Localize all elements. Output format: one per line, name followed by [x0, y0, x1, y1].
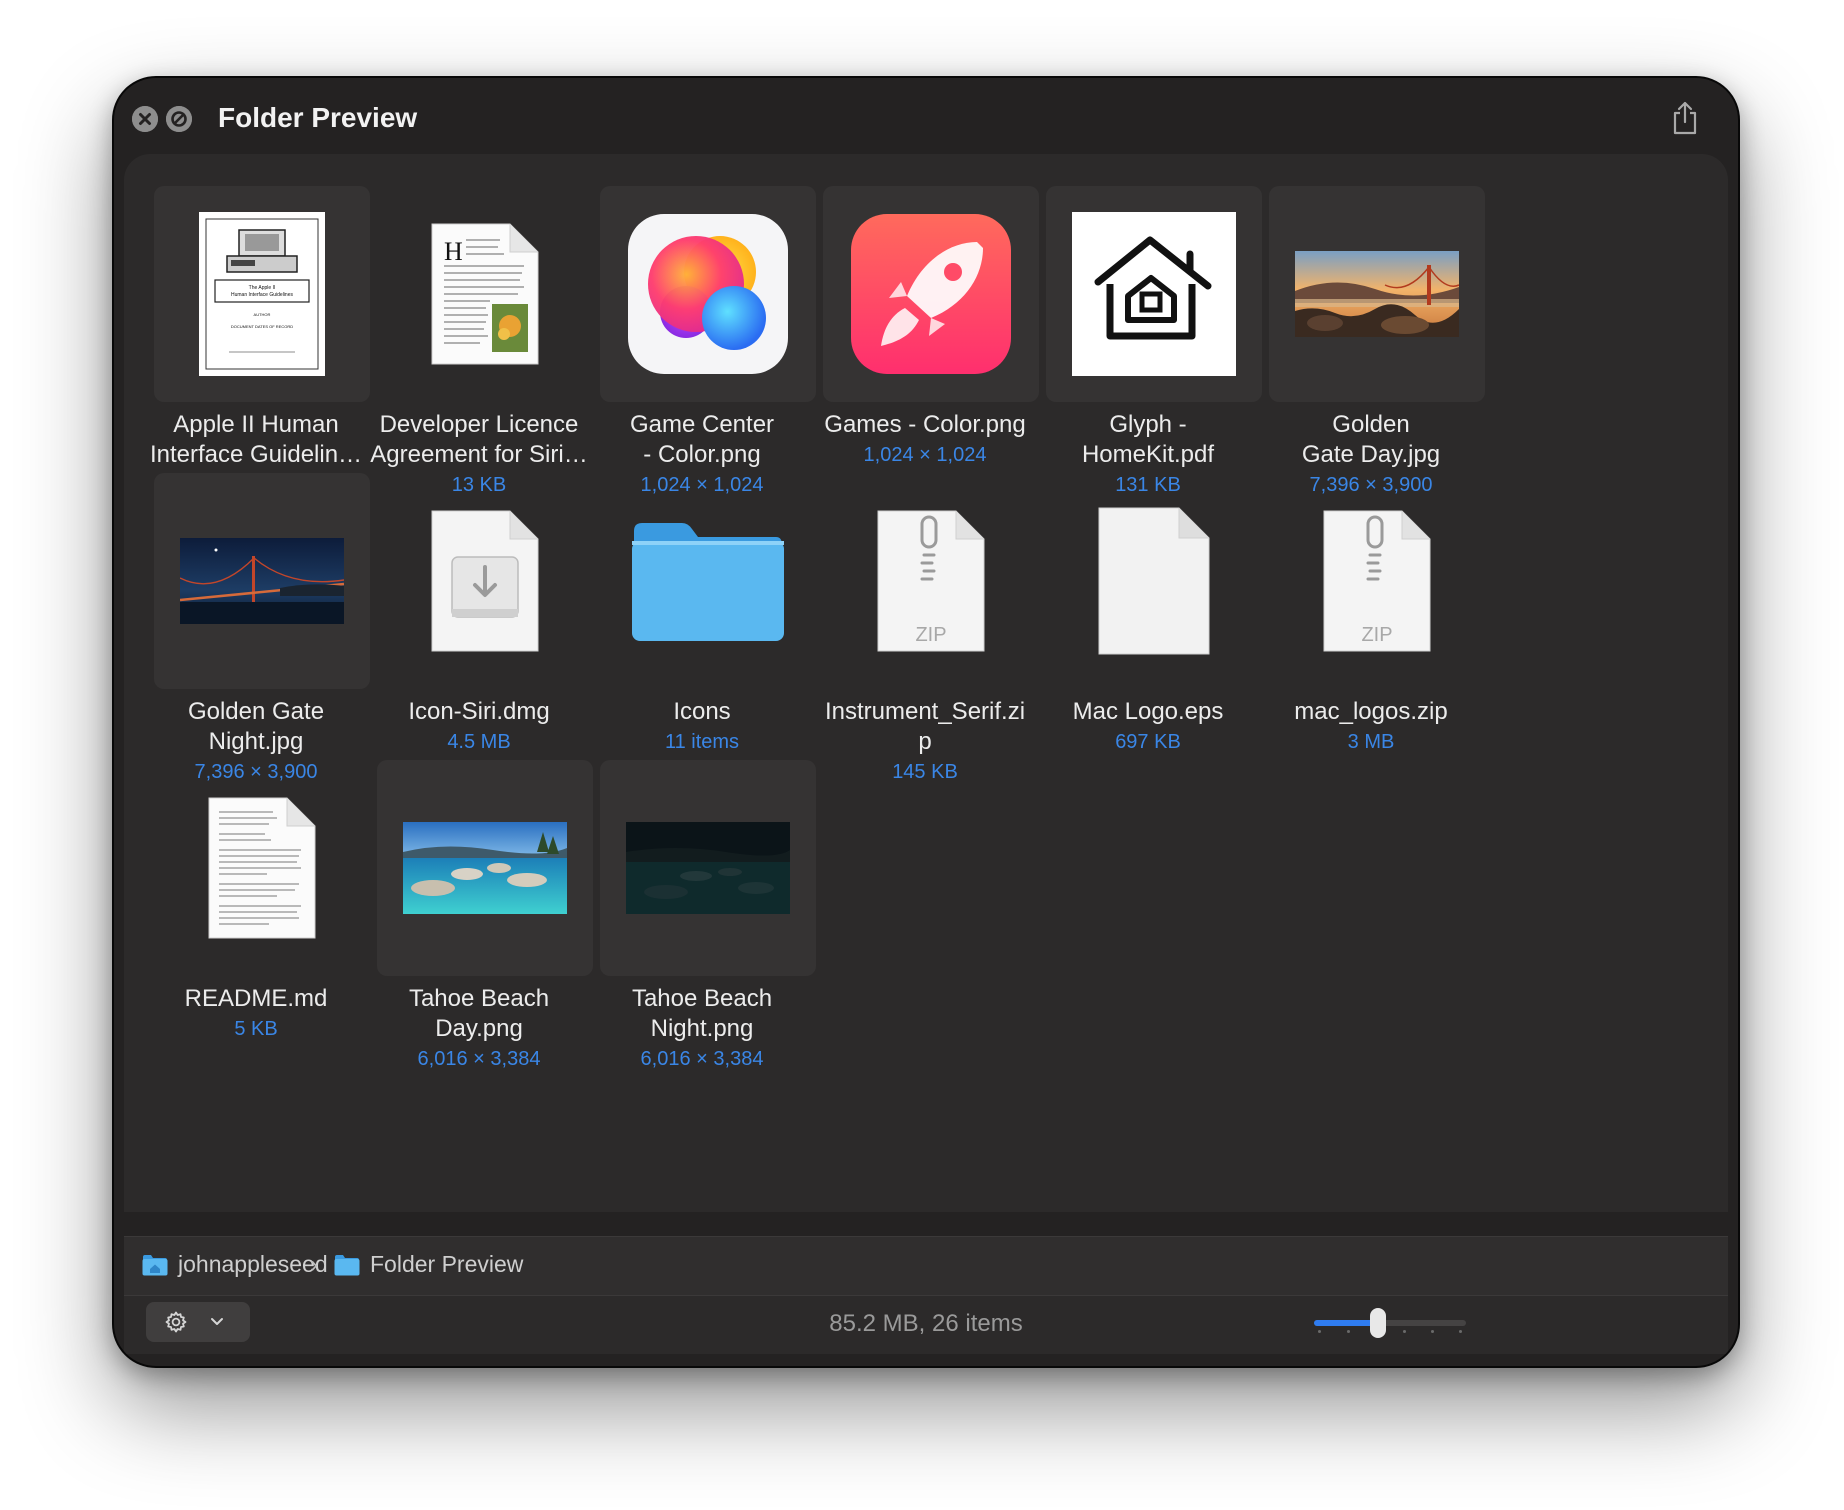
file-item-mac-logos-zip[interactable]: ZIP mac_logos.zip 3 MB: [1256, 473, 1486, 773]
thumbnail: [377, 473, 593, 689]
path-separator: ›: [310, 1251, 318, 1278]
slider-fill: [1314, 1320, 1378, 1326]
zip-archive-icon: ZIP: [1323, 510, 1431, 652]
file-grid: The Apple II Human Interface Guidelines …: [124, 154, 1728, 1212]
thumbnail: ZIP: [1269, 473, 1485, 689]
thumbnail: [823, 186, 1039, 402]
games-rocket-app-icon: [851, 214, 1011, 374]
thumbnail: H: [377, 186, 593, 402]
markdown-document-thumbnail: [208, 797, 316, 939]
doc-title-line1: The Apple II: [249, 285, 276, 291]
thumbnail: [1046, 473, 1262, 689]
status-bar: 85.2 MB, 26 items: [124, 1296, 1728, 1354]
folder-icon: [632, 523, 784, 641]
zip-label: ZIP: [1361, 624, 1392, 646]
file-item-golden-gate-day[interactable]: Golden Gate Day.jpg 7,396 × 3,900: [1256, 186, 1486, 496]
thumbnail: ZIP: [823, 473, 1039, 689]
status-text: 85.2 MB, 26 items: [829, 1310, 1023, 1337]
zip-archive-icon: ZIP: [877, 510, 985, 652]
golden-gate-day-photo: [1295, 251, 1459, 337]
thumbnail: [600, 186, 816, 402]
slash-circle-icon: [166, 106, 192, 132]
homekit-glyph-thumbnail: [1072, 212, 1236, 376]
home-folder-icon: [142, 1254, 168, 1275]
slider-tick: [1318, 1330, 1321, 1333]
thumbnail: [377, 760, 593, 976]
thumbnail: The Apple II Human Interface Guidelines …: [154, 186, 370, 402]
path-crumb-label: Folder Preview: [370, 1251, 524, 1277]
thumbnail: [154, 473, 370, 689]
title-bar: Folder Preview: [114, 78, 1738, 154]
game-center-app-icon: [628, 214, 788, 374]
folder-icon: [334, 1254, 360, 1275]
file-meta: 3 MB: [1347, 731, 1395, 753]
slider-tick: [1403, 1330, 1406, 1333]
disk-image-icon: [431, 510, 539, 652]
path-crumb-folder[interactable]: Folder Preview: [334, 1251, 523, 1278]
doc-author: AUTHOR: [254, 312, 271, 317]
zoom-slider[interactable]: [1314, 1308, 1466, 1338]
doc-title-line2: Human Interface Guidelines: [231, 292, 293, 298]
window-title: Folder Preview: [218, 102, 418, 133]
bottom-bars: johnappleseed › Folder Preview 85.2 MB, …: [124, 1236, 1728, 1354]
blank-document-icon: [1098, 507, 1210, 655]
file-meta: 145 KB: [892, 761, 958, 783]
thumbnail: [1046, 186, 1262, 402]
file-name: mac_logos.zip: [1294, 698, 1448, 725]
folder-preview-window: Folder Preview The Apple II Human Interf…: [112, 76, 1740, 1368]
document-thumbnail: The Apple II Human Interface Guidelines …: [199, 212, 325, 376]
hide-preview-button[interactable]: [166, 106, 192, 132]
path-bar: johnappleseed › Folder Preview: [124, 1236, 1728, 1296]
close-button[interactable]: [132, 106, 158, 132]
path-crumb-home[interactable]: johnappleseed: [142, 1251, 328, 1278]
slider-tick: [1431, 1330, 1434, 1333]
text-document-thumbnail: H: [431, 223, 539, 365]
slider-tick: [1459, 1330, 1462, 1333]
slider-tick: [1347, 1330, 1350, 1333]
close-icon: [132, 106, 158, 132]
slider-knob[interactable]: [1369, 1308, 1386, 1338]
thumbnail: [600, 760, 816, 976]
file-name: Tahoe Beach Night.png: [631, 985, 773, 1042]
thumbnail: [1269, 186, 1485, 402]
share-icon[interactable]: [1670, 100, 1700, 136]
doc-dates: DOCUMENT DATES OF RECORD: [231, 324, 293, 329]
drop-cap: H: [444, 237, 463, 266]
zip-label: ZIP: [915, 624, 946, 646]
file-name: Golden Gate Day.jpg: [1301, 411, 1441, 468]
file-meta: 6,016 × 3,384: [640, 1048, 764, 1070]
tahoe-night-photo: [626, 822, 790, 914]
path-crumb-label: johnappleseed: [178, 1251, 328, 1277]
file-item-tahoe-night[interactable]: Tahoe Beach Night.png 6,016 × 3,384: [587, 760, 817, 1070]
thumbnail: [154, 760, 370, 976]
tahoe-day-photo: [403, 822, 567, 914]
thumbnail: [600, 473, 816, 689]
golden-gate-night-photo: [180, 538, 344, 624]
